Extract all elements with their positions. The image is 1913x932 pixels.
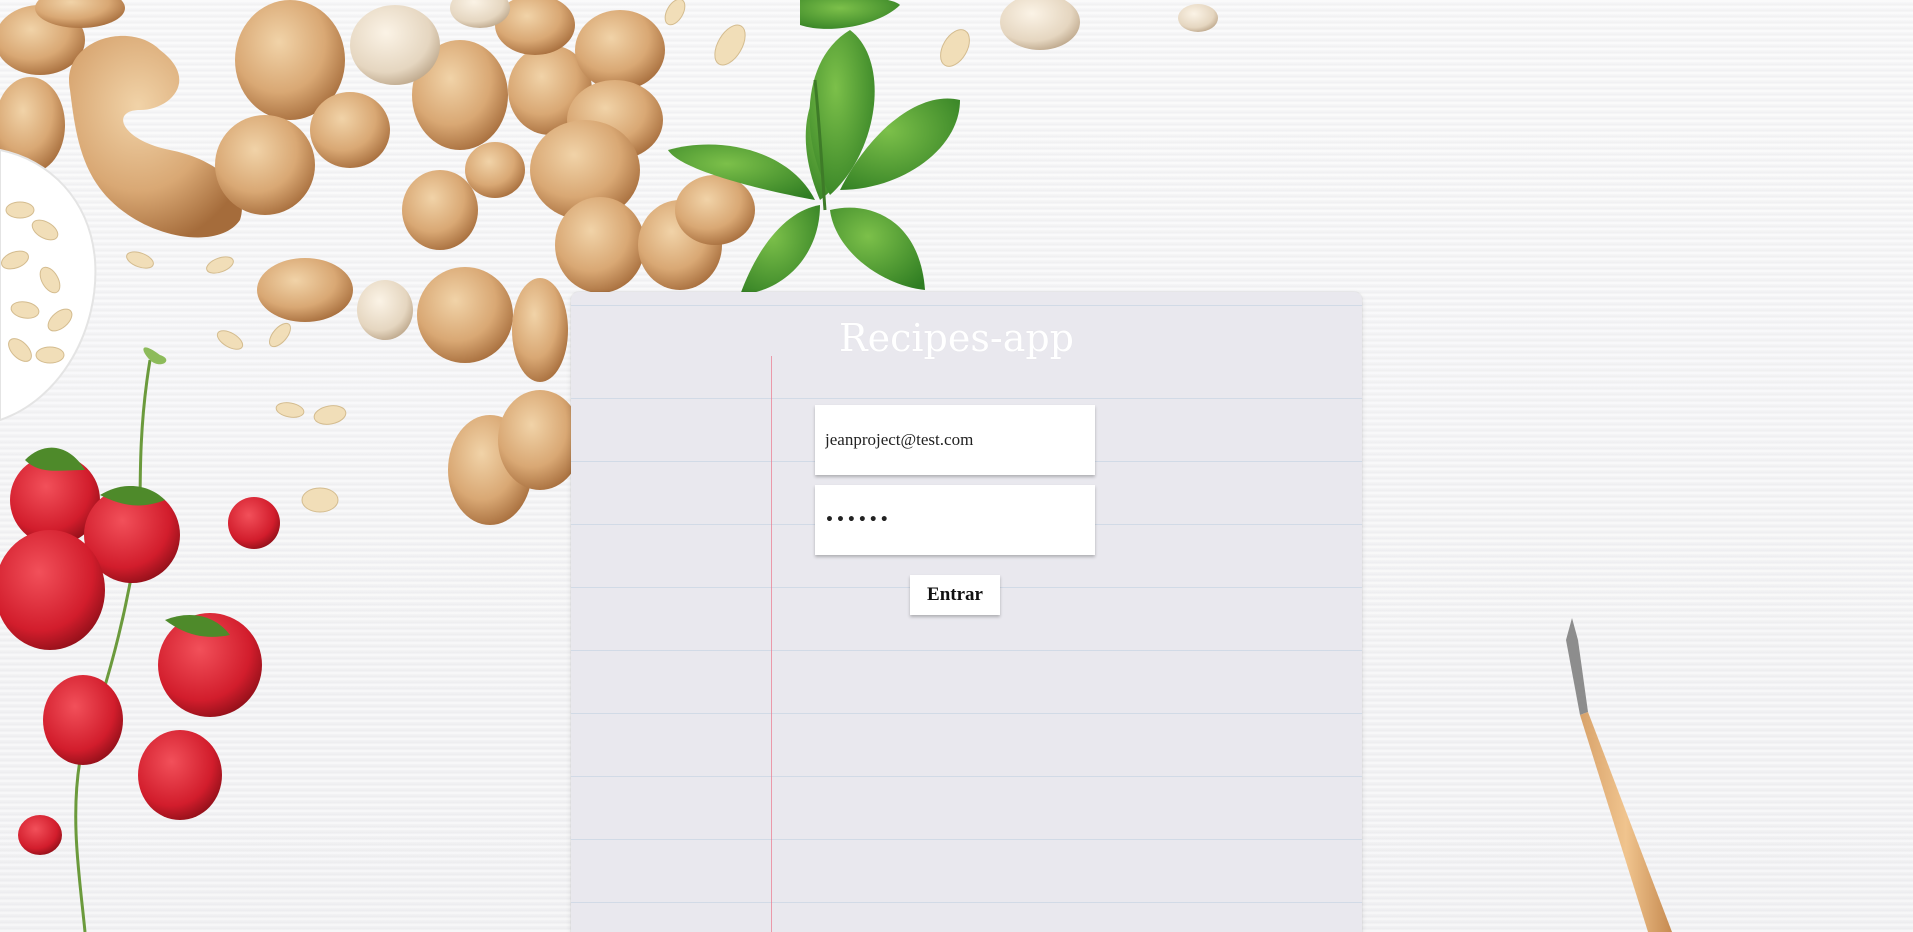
login-form: Entrar	[815, 405, 1095, 615]
login-button[interactable]: Entrar	[910, 575, 1000, 615]
strawberry-icon	[0, 347, 280, 932]
pencil-icon	[1566, 618, 1672, 932]
app-title: Recipes-app	[839, 316, 1074, 360]
email-input[interactable]	[815, 405, 1095, 475]
notebook-margin-line	[771, 356, 772, 932]
login-screen: Recipes-app Entrar	[0, 0, 1913, 932]
password-input[interactable]	[815, 485, 1095, 555]
